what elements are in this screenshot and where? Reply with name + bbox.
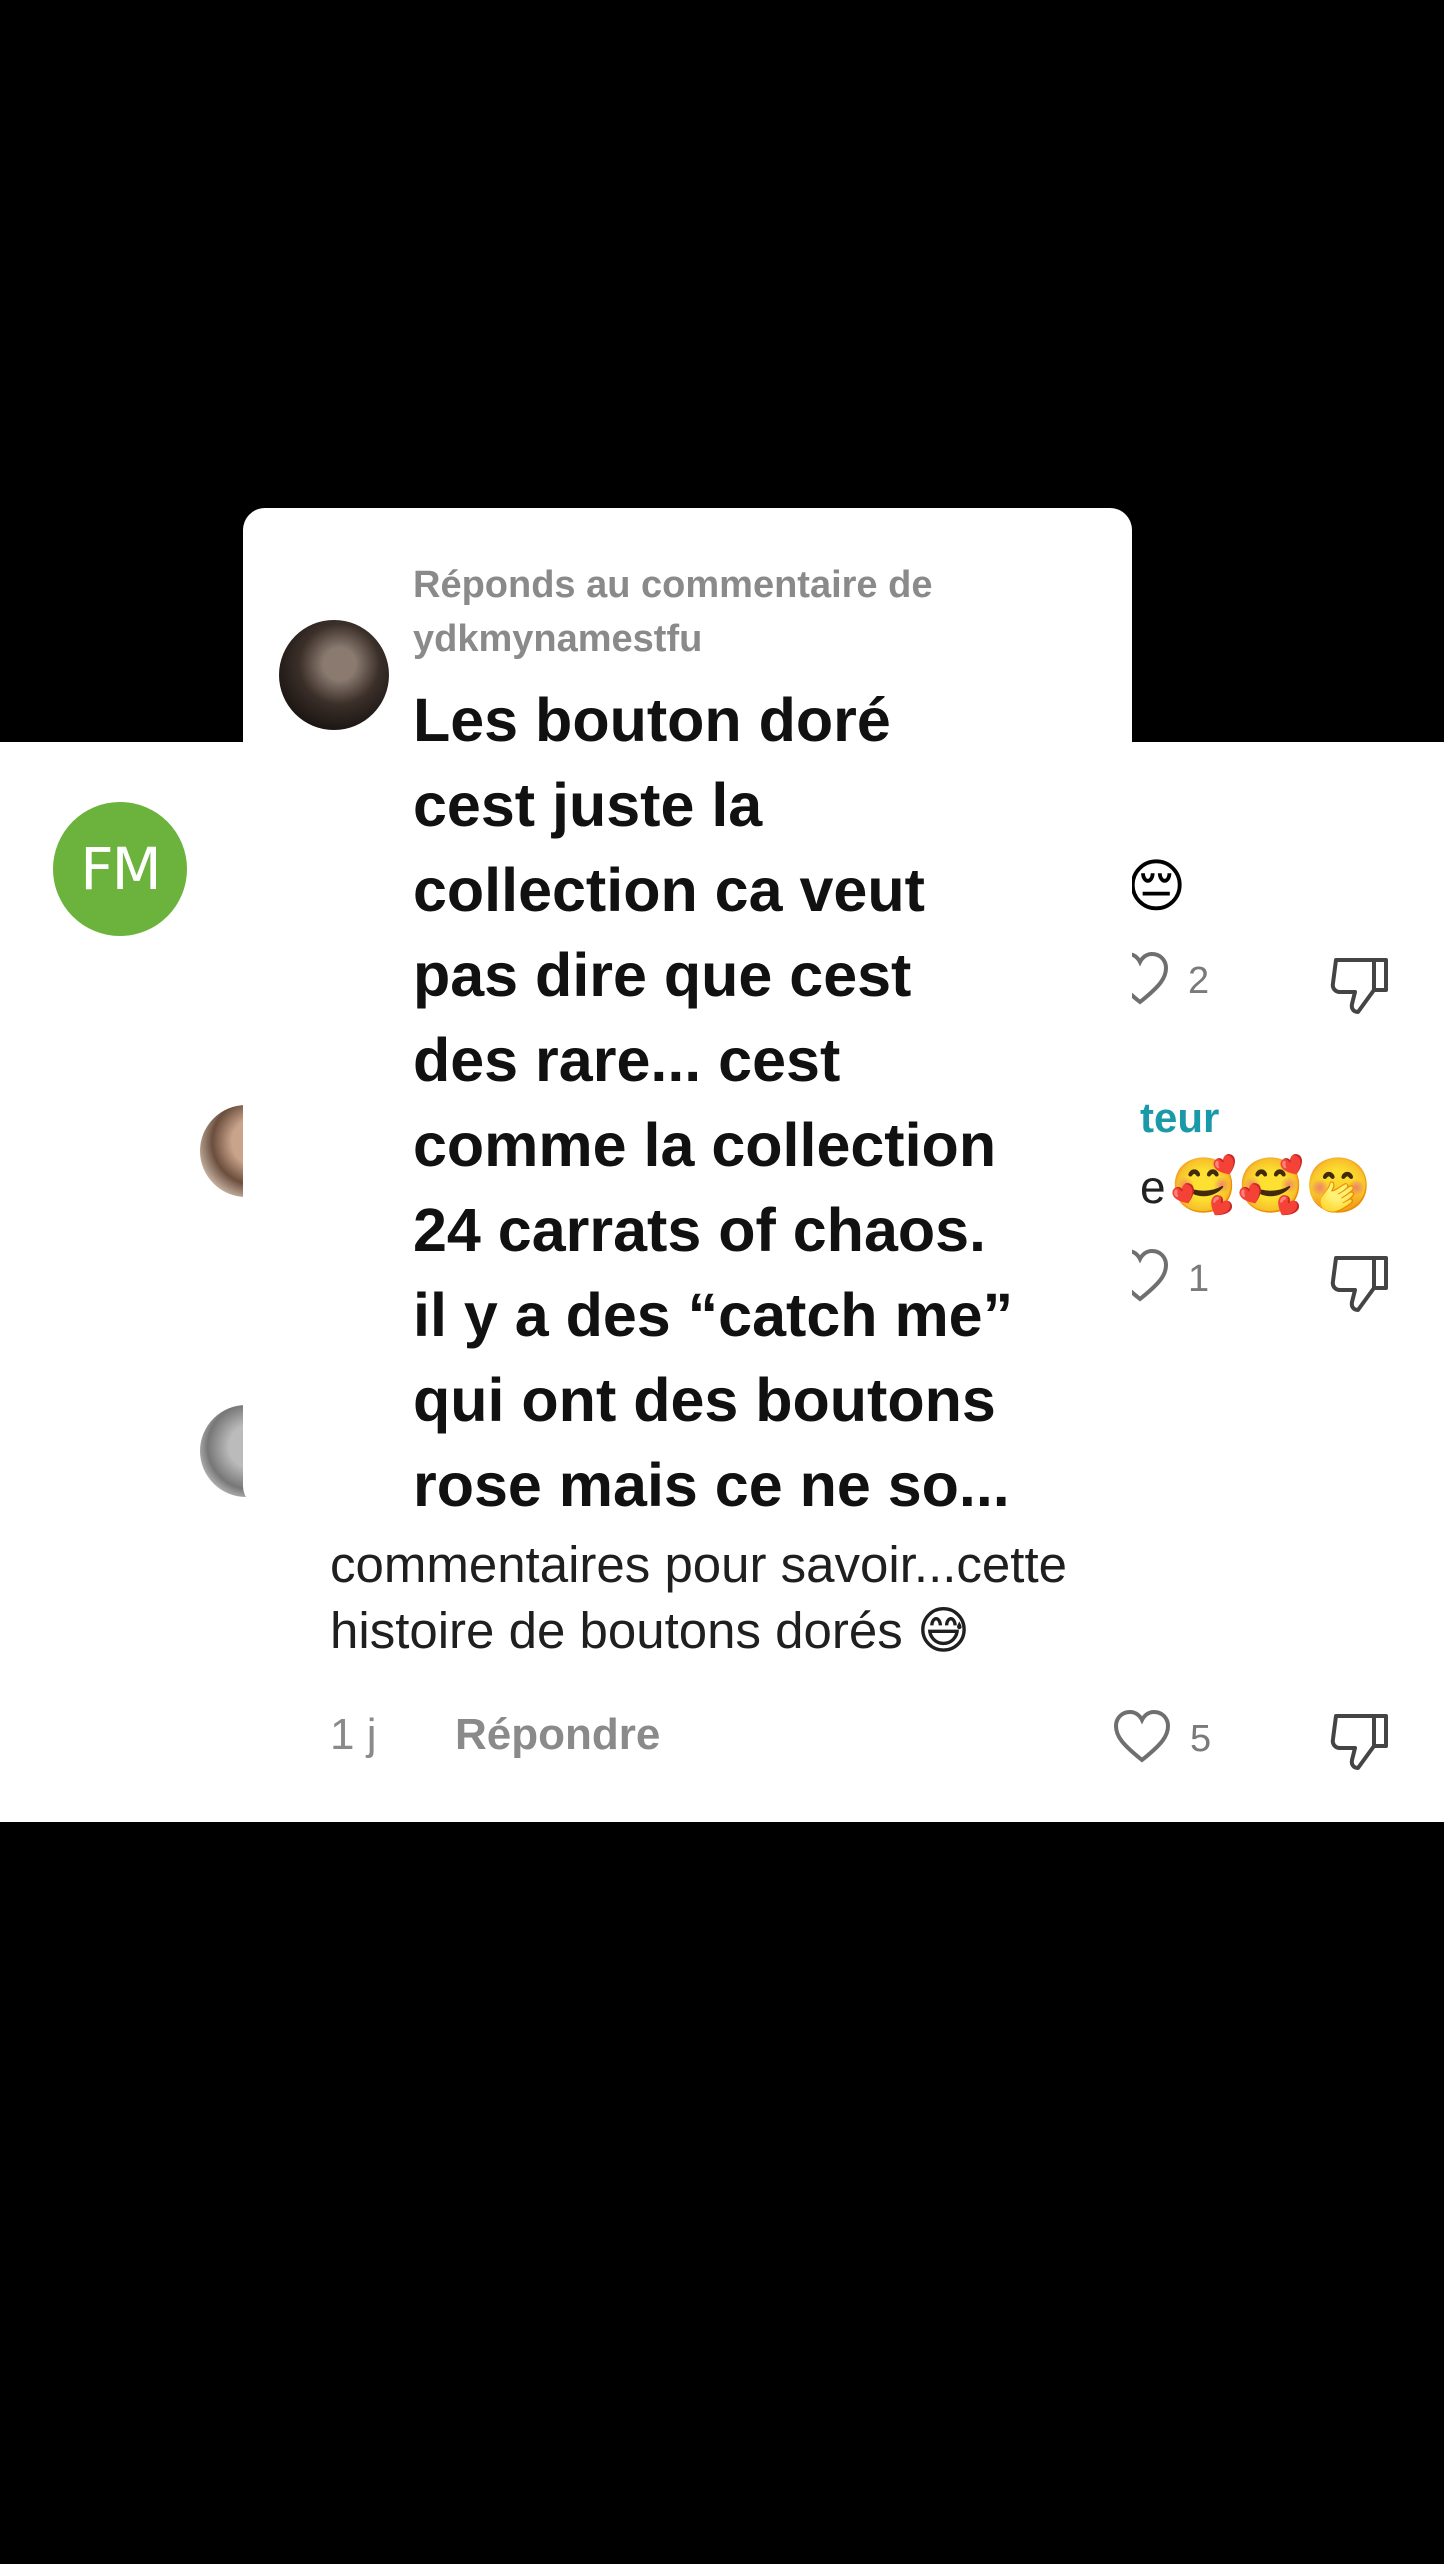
reply-to-comment-card: Réponds au commentaire de ydkmynamestfu …: [243, 508, 1132, 1519]
quoted-comment-line: Les bouton doré: [413, 686, 891, 754]
quoted-comment-line: qui ont des boutons: [413, 1366, 996, 1434]
avatar-ydkmynamestfu[interactable]: [279, 620, 389, 730]
comment-3-time: 1 j: [330, 1710, 377, 1759]
thumbs-down-icon[interactable]: [1328, 954, 1392, 1018]
comment-2-emoji: 🥰🥰🤭: [1170, 1154, 1372, 1217]
comment-2-text-fragment: e: [1140, 1161, 1166, 1213]
quoted-comment-line: des rare... cest: [413, 1026, 841, 1094]
creator-badge-fragment: teur: [1140, 1094, 1220, 1141]
quoted-comment-line: comme la collection: [413, 1111, 997, 1179]
quoted-comment-line: pas dire que cest: [413, 941, 912, 1009]
quoted-comment-line: rose mais ce ne so...: [413, 1451, 1010, 1519]
reply-header: Réponds au commentaire de ydkmynamestfu: [413, 558, 932, 666]
avatar-fm[interactable]: FM: [53, 802, 187, 936]
quoted-comment-line: cest juste la: [413, 771, 763, 839]
quoted-comment-text: Les bouton doré cest juste la collection…: [413, 678, 1113, 1528]
thumbs-down-icon[interactable]: [1328, 1710, 1392, 1774]
reply-button[interactable]: Répondre: [455, 1710, 660, 1760]
comment-3-like-count: 5: [1190, 1718, 1212, 1760]
comment-1-emoji: 😔: [1126, 852, 1187, 920]
heart-outline-icon[interactable]: [1112, 1708, 1172, 1764]
comment-3-text: commentaires pour savoir...cette histoir…: [330, 1532, 1067, 1664]
comment-2-like-count: 1: [1188, 1258, 1210, 1300]
comment-1-like-count: 2: [1188, 960, 1210, 1002]
quoted-comment-line: collection ca veut: [413, 856, 925, 924]
quoted-comment-line: 24 carrats of chaos.: [413, 1196, 987, 1264]
comment-3-line-2: histoire de boutons dorés 😅: [330, 1602, 971, 1659]
quoted-comment-line: il y a des “catch me”: [413, 1281, 1014, 1349]
reply-header-prefix: Réponds au commentaire de: [413, 564, 933, 606]
thumbs-down-icon[interactable]: [1328, 1252, 1392, 1316]
comment-3-line-1: commentaires pour savoir...cette: [330, 1536, 1067, 1593]
reply-header-username: ydkmynamestfu: [413, 618, 703, 660]
